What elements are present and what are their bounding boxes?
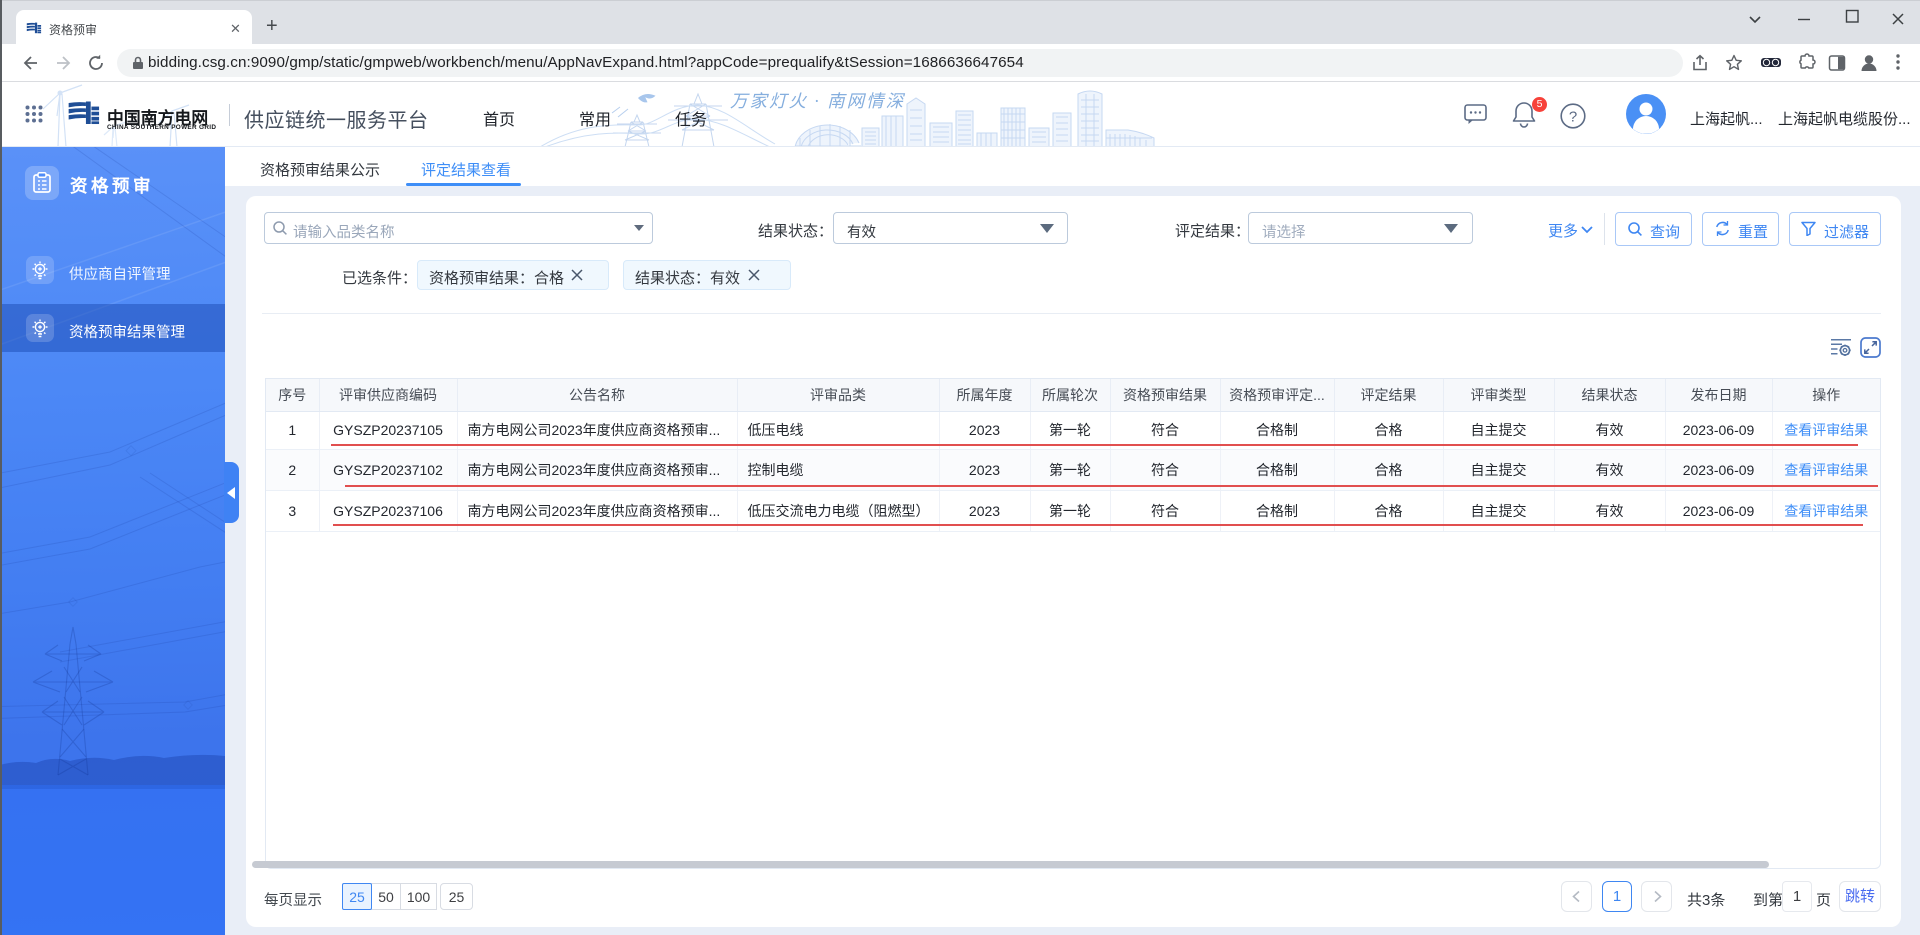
svg-text:万家灯火 · 南网情深: 万家灯火 · 南网情深	[730, 91, 906, 111]
svg-text:?: ?	[1569, 109, 1577, 126]
